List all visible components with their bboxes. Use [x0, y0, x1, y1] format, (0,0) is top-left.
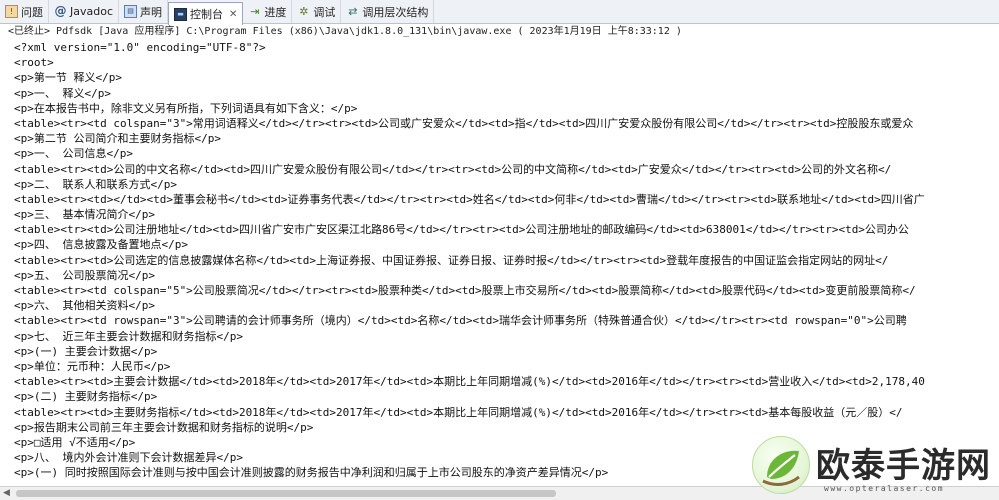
console-line: <table><tr><td colspan="3">常用词语释义</td></…: [14, 116, 914, 130]
console-line: <p>第一节 释义</p>: [14, 71, 122, 85]
console-line: <table><tr><td rowspan="3">公司聘请的会计师事务所（境…: [14, 314, 907, 328]
javadoc-icon: @: [54, 4, 67, 18]
console-line: <p>第二节 公司简介和主要财务指标</p>: [14, 132, 221, 146]
console-line: <p>五、 公司股票简况</p>: [14, 268, 155, 282]
console-line: <table><tr><td>主要财务指标</td><td>2018年</td>…: [14, 405, 903, 419]
tab-javadoc[interactable]: @ Javadoc: [49, 0, 119, 23]
watermark: 欧泰手游网 www.opteralaser.com: [752, 436, 999, 500]
tab-debug-label: 调试: [313, 5, 336, 19]
call-hierarchy-icon: ⇄: [348, 5, 358, 18]
tab-console[interactable]: ▬ 控制台 ✕: [168, 2, 244, 25]
tab-declaration-label: 声明: [140, 5, 162, 19]
tab-debug[interactable]: ✲ 调试: [292, 0, 342, 23]
progress-icon: ⇥: [250, 5, 260, 18]
scrollbar-thumb[interactable]: [16, 490, 556, 497]
debug-icon: ✲: [299, 5, 309, 18]
console-line: <p>六、 其他相关资料</p>: [14, 299, 155, 313]
tab-problems[interactable]: ! 问题: [0, 0, 49, 23]
console-icon: ▬: [174, 7, 187, 21]
problems-icon: !: [5, 5, 18, 18]
console-line: <table><tr><td></td><td>董事会秘书</td><td>证券…: [14, 192, 925, 206]
tab-console-label: 控制台: [190, 8, 223, 21]
console-line: <p>二、 联系人和联系方式</p>: [14, 177, 177, 191]
console-output[interactable]: <?xml version="1.0" encoding="UTF-8"?> <…: [0, 40, 999, 486]
console-line: <p>三、 基本情况简介</p>: [14, 208, 155, 222]
console-line: <p>四、 信息披露及备置地点</p>: [14, 238, 188, 252]
console-line: <table><tr><td>公司选定的信息披露媒体名称</td><td>上海证…: [14, 253, 889, 267]
console-line: <table><tr><td>主要会计数据</td><td>2018年</td>…: [14, 375, 925, 389]
console-line: <table><tr><td>公司的中文名称</td><td>四川广安爱众股份有…: [14, 162, 892, 176]
watermark-logo: [752, 436, 810, 494]
close-icon[interactable]: ✕: [229, 9, 237, 20]
tab-call-hierarchy-label: 调用层次结构: [362, 5, 429, 19]
tab-progress[interactable]: ⇥ 进度: [243, 0, 293, 23]
console-line: <p>一、 释义</p>: [14, 86, 111, 100]
tab-progress-label: 进度: [264, 5, 287, 19]
console-line: <table><tr><td>公司注册地址</td><td>四川省广安市广安区渠…: [14, 223, 909, 237]
console-line: <p>(一) 主要会计数据</p>: [14, 344, 158, 358]
console-line: <p>在本报告书中，除非文义另有所指，下列词语具有如下含义：</p>: [14, 101, 358, 115]
console-status-line: <已终止> Pdfsdk [Java 应用程序] C:\Program File…: [8, 26, 682, 37]
watermark-text: 欧泰手游网: [816, 446, 991, 486]
tab-javadoc-label: Javadoc: [70, 5, 113, 18]
console-line: <p>一、 公司信息</p>: [14, 147, 133, 161]
console-line: <root>: [14, 56, 54, 70]
leaf-icon: [762, 450, 800, 486]
scroll-left-icon[interactable]: ◀: [3, 488, 10, 498]
tab-call-hierarchy[interactable]: ⇄ 调用层次结构: [341, 0, 435, 23]
console-line: <table><tr><td colspan="5">公司股票简况</td></…: [14, 284, 916, 297]
watermark-url: www.opteralaser.com: [824, 484, 945, 493]
tab-declaration[interactable]: ▤ 声明: [119, 0, 168, 23]
view-tab-bar: ! 问题 @ Javadoc ▤ 声明 ▬ 控制台 ✕ ⇥ 进度 ✲ 调试 ⇄ …: [0, 0, 999, 25]
declaration-icon: ▤: [124, 5, 137, 18]
console-line: <p>单位：元币种：人民币</p>: [14, 359, 171, 373]
console-line: <p>七、 近三年主要会计数据和财务指标</p>: [14, 329, 243, 343]
tab-problems-label: 问题: [21, 5, 43, 19]
console-line: <?xml version="1.0" encoding="UTF-8"?>: [14, 41, 266, 54]
console-line: <p>(二) 主要财务指标</p>: [14, 390, 158, 404]
console-line: <p>报告期末公司前三年主要会计数据和财务指标的说明</p>: [14, 420, 314, 434]
